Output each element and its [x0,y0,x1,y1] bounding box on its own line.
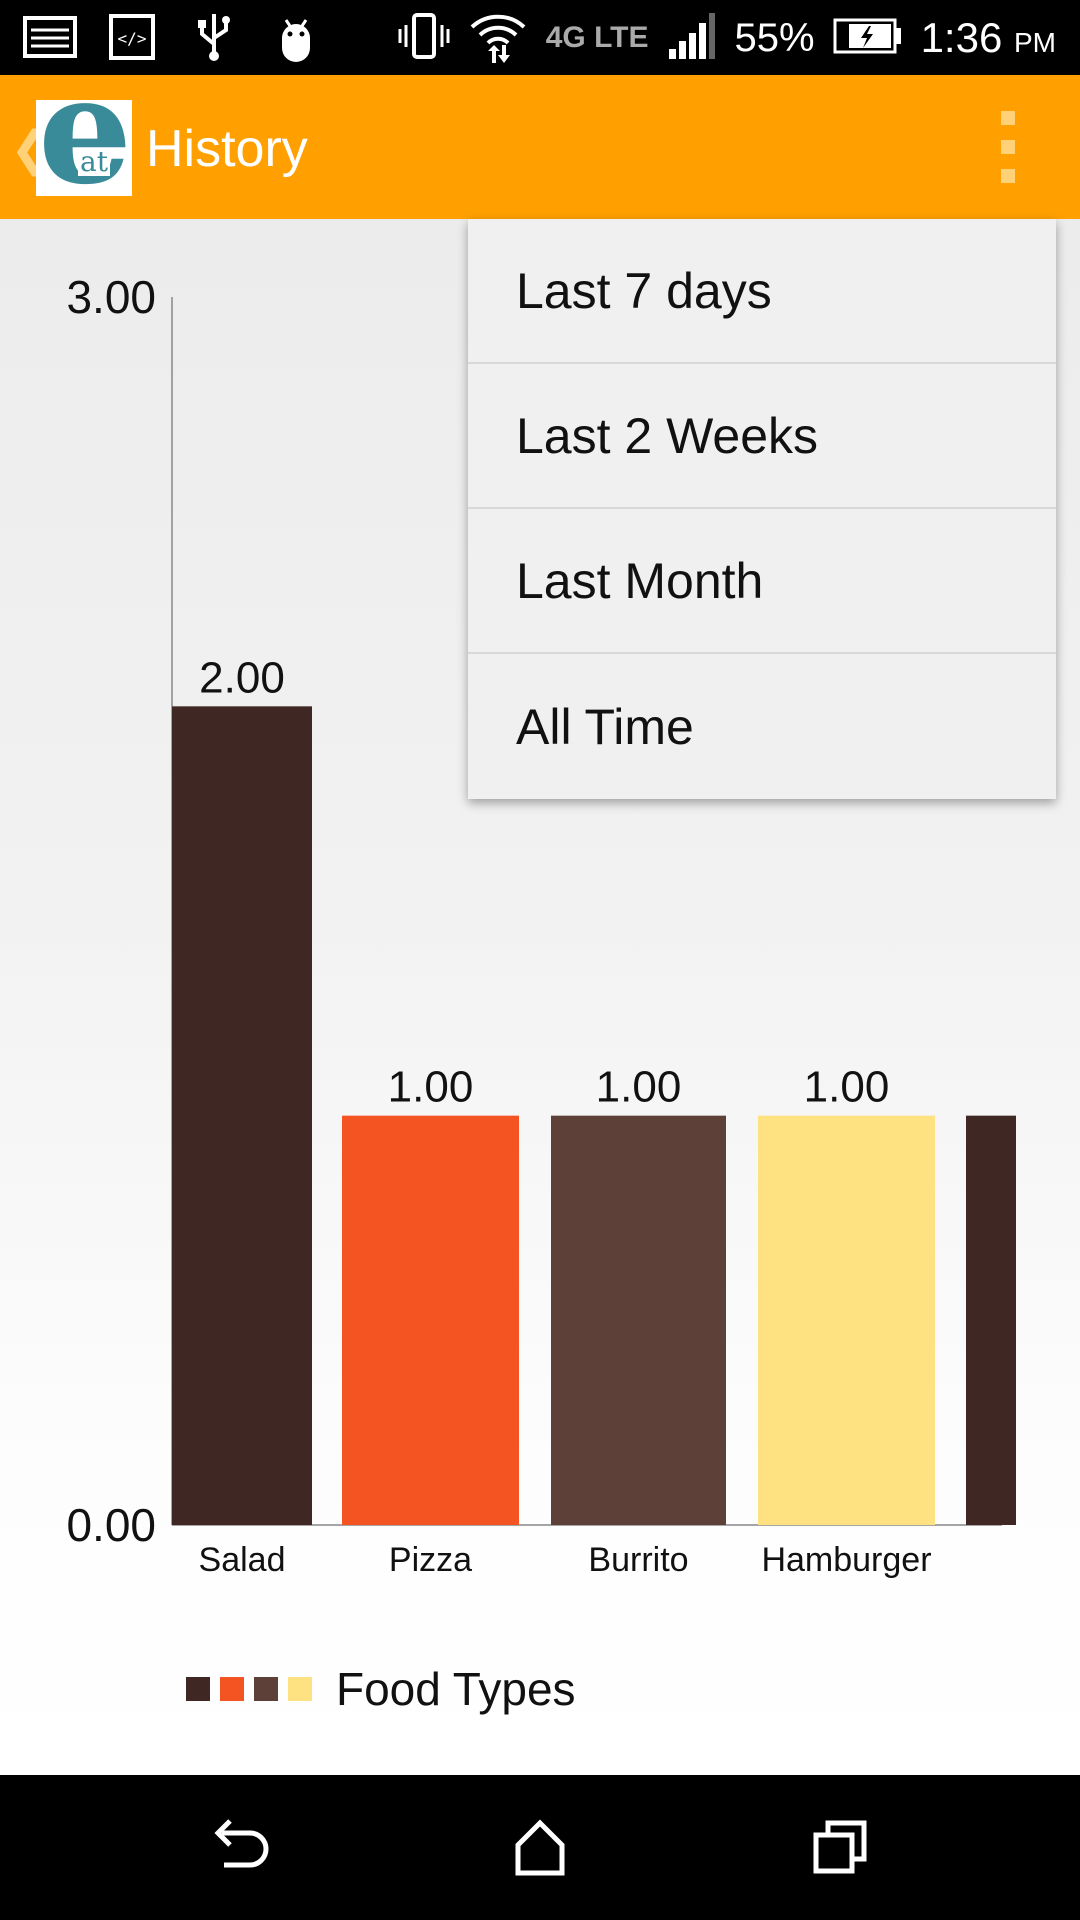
bar [172,706,312,1525]
network-type: 4G LTE [545,21,649,54]
home-icon[interactable] [500,1811,580,1883]
wifi-icon [468,9,528,68]
page-title: History [146,120,308,178]
bar [966,1115,1016,1525]
bar [342,1115,519,1525]
y-tick-label: 0.00 [66,1499,156,1551]
navigation-bar [0,1775,1080,1920]
legend-swatch [220,1677,244,1701]
svg-text:</>: </> [118,29,147,48]
bar [758,1115,935,1525]
app-logo[interactable]: e at [36,100,132,196]
legend-swatch [288,1677,312,1701]
y-tick-label: 3.00 [66,271,156,323]
bar-value-label: 1.00 [388,1063,474,1112]
android-icon [268,12,324,62]
menu-item-last-2-weeks[interactable]: Last 2 Weeks [468,364,1056,509]
recent-apps-icon[interactable] [800,1811,880,1883]
bar [551,1115,726,1525]
menu-item-last-7-days[interactable]: Last 7 days [468,219,1056,364]
clock: 1:36 PM [920,14,1056,61]
bar-value-label: 1.00 [596,1063,682,1112]
image-icon [22,12,78,62]
menu-item-last-month[interactable]: Last Month [468,509,1056,654]
usb-icon [186,12,242,62]
legend-swatch [254,1677,278,1701]
battery-charging-icon [833,16,903,61]
chart-legend: Food Types [186,1662,576,1716]
battery-percent: 55% [734,15,815,60]
back-icon[interactable] [200,1811,280,1883]
signal-icon [667,11,717,66]
bar-value-label: 1.00 [804,1063,890,1112]
bar-value-label: 2.00 [199,653,285,702]
x-tick-label: Pizza [389,1541,472,1579]
menu-item-all-time[interactable]: All Time [468,654,1056,799]
legend-swatch [186,1677,210,1701]
x-tick-label: Hamburger [761,1541,931,1579]
status-bar: </> 4G LTE 55% 1:36 PM [0,0,1080,75]
x-tick-label: Burrito [588,1541,688,1579]
code-icon: </> [104,12,160,62]
x-tick-label: Salad [199,1541,286,1579]
overflow-menu-icon[interactable] [978,111,1038,183]
time-range-menu: Last 7 days Last 2 Weeks Last Month All … [468,219,1056,799]
vibrate-icon [398,11,450,66]
legend-label: Food Types [336,1663,576,1715]
app-bar: ❮ e at History [0,75,1080,219]
